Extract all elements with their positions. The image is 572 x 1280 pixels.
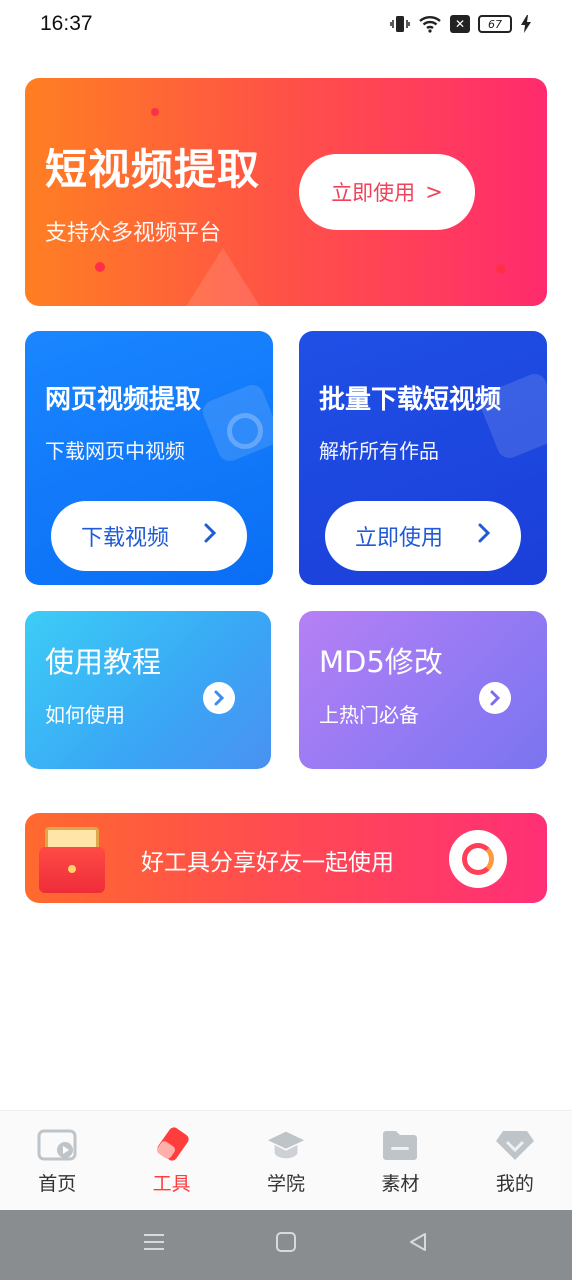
hero-subtitle: 支持众多视频平台 [45,221,222,246]
tab-label: 首页 [38,1173,77,1195]
use-now-button[interactable]: 立即使用 > [299,154,475,230]
tab-mine[interactable]: 我的 [458,1111,572,1210]
decor-triangle [185,248,261,306]
chevron-right-icon: > [425,180,443,204]
hero-title: 短视频提取 [45,145,261,194]
tutorial-title: 使用教程 [45,645,162,679]
decor-dot [95,262,105,272]
tab-label: 工具 [152,1173,191,1195]
web-card-title: 网页视频提取 [45,385,202,415]
batch-card-title: 批量下载短视频 [319,385,502,415]
batch-card-subtitle: 解析所有作品 [319,439,439,463]
tutorial-subtitle: 如何使用 [45,703,125,727]
vibrate-icon [390,14,410,34]
eraser-tool-icon [152,1127,192,1163]
web-video-extract-card[interactable]: 网页视频提取 下载网页中视频 下载视频 [25,331,273,585]
decor-ring [227,413,263,449]
play-video-icon [37,1127,77,1163]
no-sim-icon: ✕ [450,15,470,33]
wifi-icon [418,14,442,34]
tab-home[interactable]: 首页 [0,1111,114,1210]
chevron-right-icon [477,522,491,550]
tab-materials[interactable]: 素材 [343,1111,457,1210]
red-envelope-icon [39,827,105,893]
share-banner[interactable]: 好工具分享好友一起使用 [25,813,547,903]
batch-use-now-label: 立即使用 [354,526,443,551]
share-icon[interactable] [449,830,507,888]
menu-icon[interactable] [143,1232,165,1258]
diamond-icon [495,1127,535,1163]
batch-use-now-button[interactable]: 立即使用 [325,501,521,571]
home-square-icon[interactable] [275,1231,297,1259]
folder-icon [380,1127,420,1163]
web-card-subtitle: 下载网页中视频 [45,439,185,463]
status-time: 16:37 [40,12,93,35]
chevron-right-icon [203,522,217,550]
bottom-tab-bar: 首页 工具 学院 素材 我的 [0,1110,572,1210]
chevron-right-icon[interactable] [203,682,235,714]
charging-icon [520,14,532,34]
download-video-label: 下载视频 [80,526,169,551]
md5-modify-card[interactable]: MD5修改 上热门必备 [299,611,547,769]
tab-label: 素材 [381,1173,420,1195]
status-bar: 16:37 ✕ 67 [0,0,572,52]
md5-subtitle: 上热门必备 [319,703,419,727]
decor-dot [151,108,159,116]
md5-title: MD5修改 [319,645,443,679]
system-nav-bar [0,1210,572,1280]
share-text: 好工具分享好友一起使用 [141,850,394,876]
tab-label: 学院 [267,1173,306,1195]
short-video-extract-card[interactable]: 短视频提取 支持众多视频平台 立即使用 > [25,78,547,306]
tab-academy[interactable]: 学院 [229,1111,343,1210]
batch-download-card[interactable]: 批量下载短视频 解析所有作品 立即使用 [299,331,547,585]
use-now-label: 立即使用 [331,181,416,205]
tab-label: 我的 [495,1173,534,1195]
battery-icon: 67 [478,15,512,33]
tab-tools[interactable]: 工具 [114,1111,228,1210]
download-video-button[interactable]: 下载视频 [51,501,247,571]
status-icons: ✕ 67 [390,14,532,34]
tutorial-card[interactable]: 使用教程 如何使用 [25,611,271,769]
decor-dot [496,264,506,274]
chevron-right-icon[interactable] [479,682,511,714]
graduation-cap-icon [266,1127,306,1163]
back-triangle-icon[interactable] [407,1231,429,1259]
